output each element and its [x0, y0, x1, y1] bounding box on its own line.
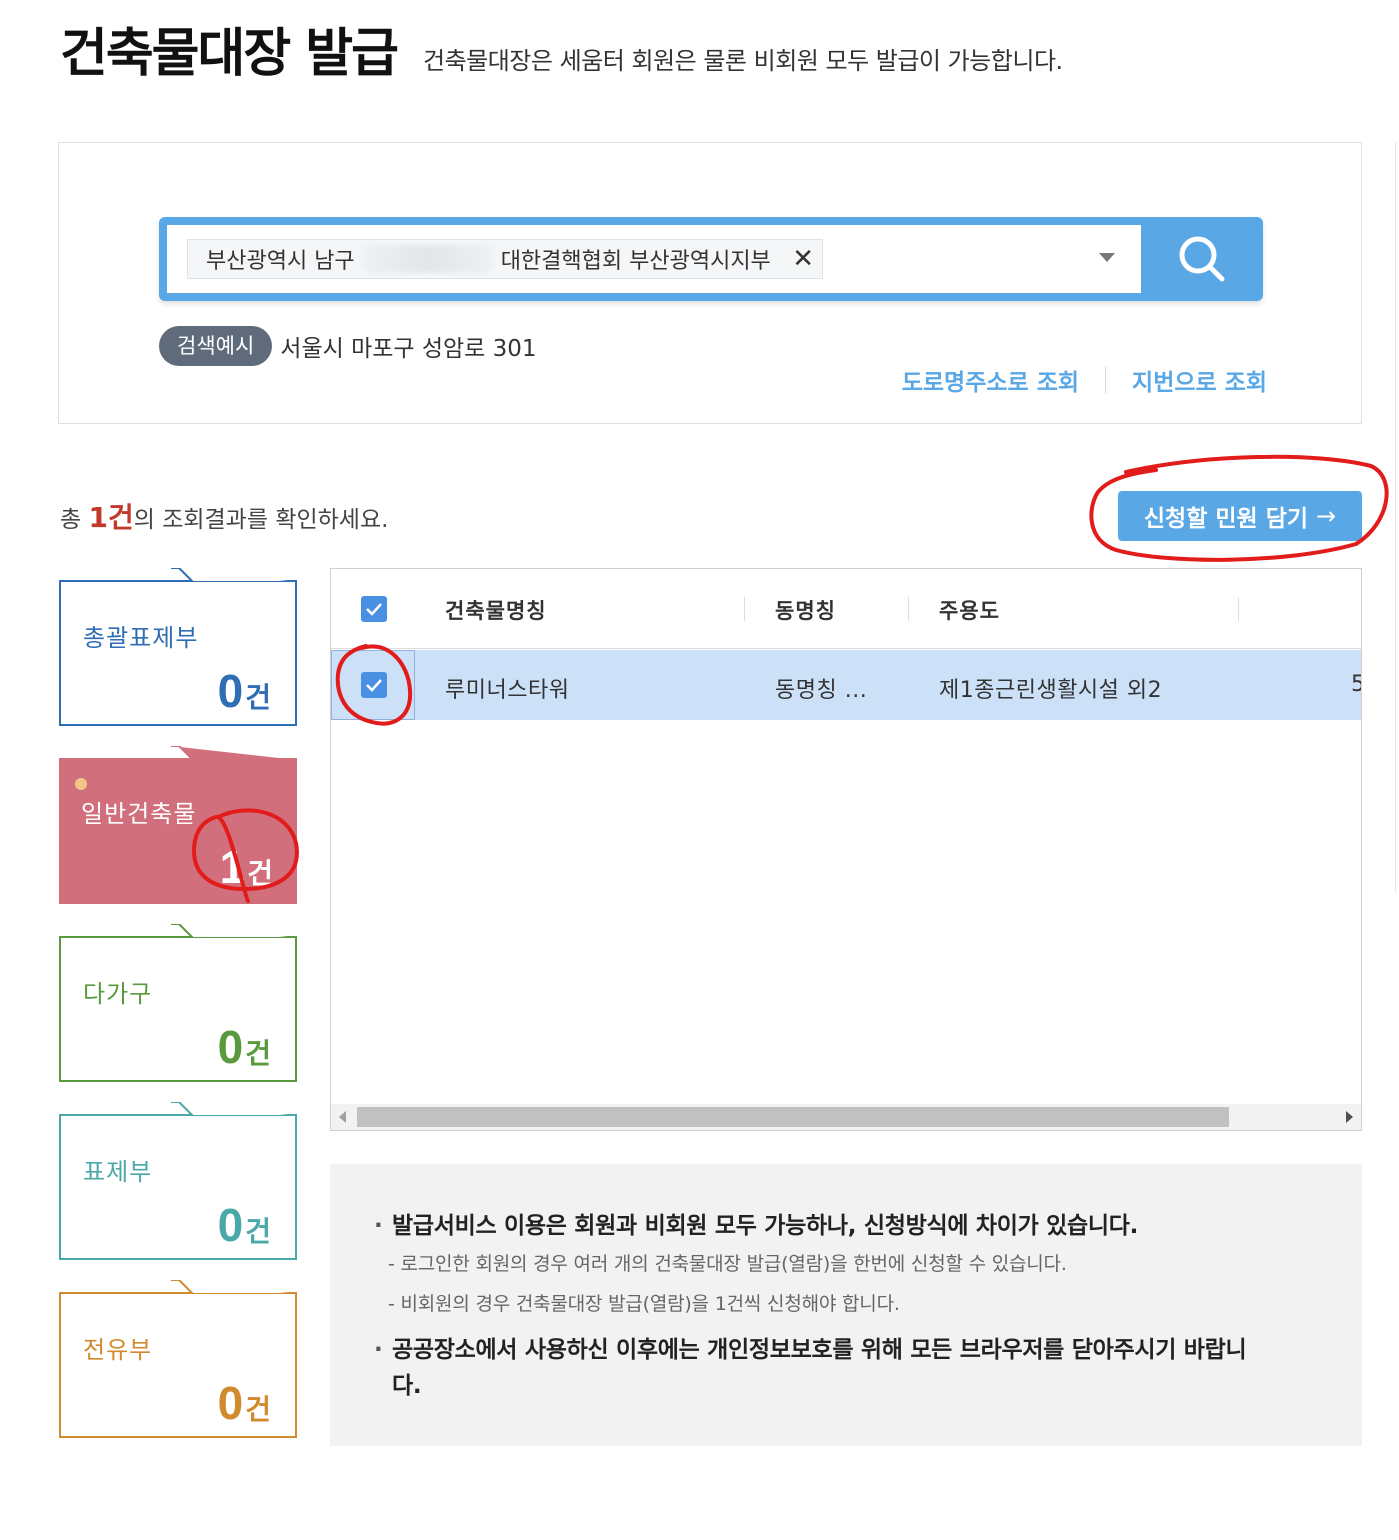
result-summary: 총 1건의 조회결과를 확인하세요. — [60, 496, 388, 536]
chip-address-suffix: 대한결핵협회 부산광역시지부 — [500, 249, 771, 274]
result-suffix: 의 조회결과를 확인하세요. — [133, 507, 389, 533]
active-dot-icon — [75, 778, 87, 790]
search-button[interactable] — [1141, 217, 1263, 301]
category-label: 총괄표제부 — [83, 624, 199, 652]
page-edge — [1395, 142, 1399, 892]
card-tab — [171, 1102, 297, 1116]
checkmark-icon — [366, 679, 382, 692]
add-application-label: 신청할 민원 담기 — [1143, 506, 1309, 532]
category-count-number: 0 — [217, 1199, 244, 1251]
scroll-left-icon[interactable] — [339, 1111, 346, 1123]
lookup-divider — [1105, 367, 1107, 393]
card-body: 표제부 0 건 — [59, 1114, 297, 1260]
cell-building-name: 루미너스타워 — [445, 678, 570, 703]
example-text: 서울시 마포구 성암로 301 — [280, 336, 537, 362]
card-body: 다가구 0 건 — [59, 936, 297, 1082]
card-body: 총괄표제부 0 건 — [59, 580, 297, 726]
category-count-number: 0 — [217, 665, 244, 717]
card-tab — [171, 746, 297, 760]
card-tab — [171, 568, 297, 582]
chip-address-prefix: 부산광역시 남구 — [206, 249, 355, 274]
search-bar: 부산광역시 남구 대한결핵협회 부산광역시지부 ✕ — [159, 217, 1263, 301]
card-tab — [171, 1280, 297, 1294]
example-badge: 검색예시 — [159, 326, 273, 366]
category-card-multi-household[interactable]: 다가구 0 건 — [59, 924, 297, 1082]
chip-close-icon[interactable]: ✕ — [792, 244, 814, 274]
column-header-building-name[interactable]: 건축물명칭 — [445, 595, 547, 625]
results-grid: 건축물명칭 동명칭 주용도 루미너스타워 동명칭 ... 제1종근린생활시설 외… — [330, 568, 1362, 1131]
column-separator — [744, 597, 745, 621]
category-count-number: 0 — [217, 1377, 244, 1429]
column-separator — [908, 597, 909, 621]
selected-address-chip: 부산광역시 남구 대한결핵협회 부산광역시지부 ✕ — [187, 239, 823, 279]
category-count-number: 0 — [217, 1021, 244, 1073]
scrollbar-thumb[interactable] — [357, 1107, 1229, 1127]
grid-header: 건축물명칭 동명칭 주용도 — [331, 569, 1361, 649]
table-row[interactable]: 루미너스타워 동명칭 ... 제1종근린생활시설 외2 5 — [331, 650, 1361, 720]
row-checkbox[interactable] — [361, 672, 387, 698]
search-example: 검색예시 서울시 마포구 성암로 301 — [159, 326, 537, 366]
card-body: 전유부 0 건 — [59, 1292, 297, 1438]
notice-item: 공공장소에서 사용하신 이후에는 개인정보보호를 위해 모든 브라우저를 닫아주… — [374, 1332, 1254, 1404]
cell-main-use: 제1종근린생활시설 외2 — [939, 678, 1163, 703]
column-separator — [1238, 597, 1239, 621]
category-count-number: 1 — [219, 841, 246, 893]
cell-dong-name: 동명칭 ... — [775, 678, 868, 703]
column-header-main-use[interactable]: 주용도 — [939, 595, 1000, 625]
category-count: 1건 — [220, 840, 273, 894]
category-count-unit: 건 — [245, 1393, 271, 1426]
page-subtitle: 건축물대장은 세움터 회원은 물론 비회원 모두 발급이 가능합니다. — [422, 47, 1063, 75]
checkmark-icon — [366, 603, 382, 616]
redacted-address-part — [362, 245, 493, 273]
category-card-general-building[interactable]: 일반건축물 1 건 — [59, 746, 297, 904]
notice-panel: 발급서비스 이용은 회원과 비회원 모두 가능하나, 신청방식에 차이가 있습니… — [330, 1164, 1362, 1446]
category-count-unit: 건 — [245, 1215, 271, 1248]
card-tab — [171, 924, 297, 938]
select-all-checkbox[interactable] — [361, 596, 387, 622]
road-address-lookup-link[interactable]: 도로명주소로 조회 — [902, 363, 1079, 397]
result-prefix: 총 — [60, 507, 89, 533]
dropdown-arrow-icon[interactable] — [1099, 253, 1115, 262]
notice-item: 발급서비스 이용은 회원과 비회원 모두 가능하나, 신청방식에 차이가 있습니… — [374, 1208, 1362, 1244]
address-search-input[interactable]: 부산광역시 남구 대한결핵협회 부산광역시지부 ✕ — [167, 225, 1141, 293]
category-count: 0건 — [218, 1020, 271, 1074]
scroll-right-icon[interactable] — [1346, 1111, 1353, 1123]
search-panel: 부산광역시 남구 대한결핵협회 부산광역시지부 ✕ 검색예시 서울시 마포구 성… — [58, 142, 1362, 424]
category-card-total-title[interactable]: 총괄표제부 0 건 — [59, 568, 297, 726]
category-card-title-section[interactable]: 표제부 0 건 — [59, 1102, 297, 1260]
category-count: 0건 — [218, 1198, 271, 1252]
page-title: 건축물대장 발급 — [60, 24, 399, 84]
arrow-right-icon: → — [1316, 502, 1337, 530]
column-header-dong-name[interactable]: 동명칭 — [775, 595, 836, 625]
card-body: 일반건축물 1 건 — [59, 758, 297, 904]
category-count: 0건 — [218, 664, 271, 718]
category-label: 전유부 — [83, 1336, 153, 1364]
category-count-unit: 건 — [247, 857, 273, 890]
lot-number-lookup-link[interactable]: 지번으로 조회 — [1132, 363, 1267, 397]
lookup-links: 도로명주소로 조회 지번으로 조회 — [902, 363, 1267, 397]
category-count-unit: 건 — [245, 1037, 271, 1070]
category-card-exclusive-section[interactable]: 전유부 0 건 — [59, 1280, 297, 1438]
notice-subitem: - 비회원의 경우 건축물대장 발급(열람)을 1건씩 신청해야 합니다. — [388, 1293, 900, 1315]
horizontal-scrollbar[interactable] — [331, 1104, 1361, 1130]
result-count: 1건 — [88, 501, 134, 534]
category-count: 0건 — [218, 1376, 271, 1430]
search-icon — [1179, 236, 1225, 282]
category-label: 표제부 — [83, 1158, 153, 1186]
category-label: 일반건축물 — [81, 800, 197, 828]
row-checkbox-cell — [331, 650, 415, 720]
add-application-button[interactable]: 신청할 민원 담기 → — [1118, 491, 1362, 541]
notice-subitem: - 로그인한 회원의 경우 여러 개의 건축물대장 발급(열람)을 한번에 신청… — [388, 1253, 1067, 1275]
category-count-unit: 건 — [245, 681, 271, 714]
category-label: 다가구 — [83, 980, 153, 1008]
cell-extra: 5 — [1351, 672, 1361, 697]
page-header: 건축물대장 발급 건축물대장은 세움터 회원은 물론 비회원 모두 발급이 가능… — [60, 22, 1063, 86]
